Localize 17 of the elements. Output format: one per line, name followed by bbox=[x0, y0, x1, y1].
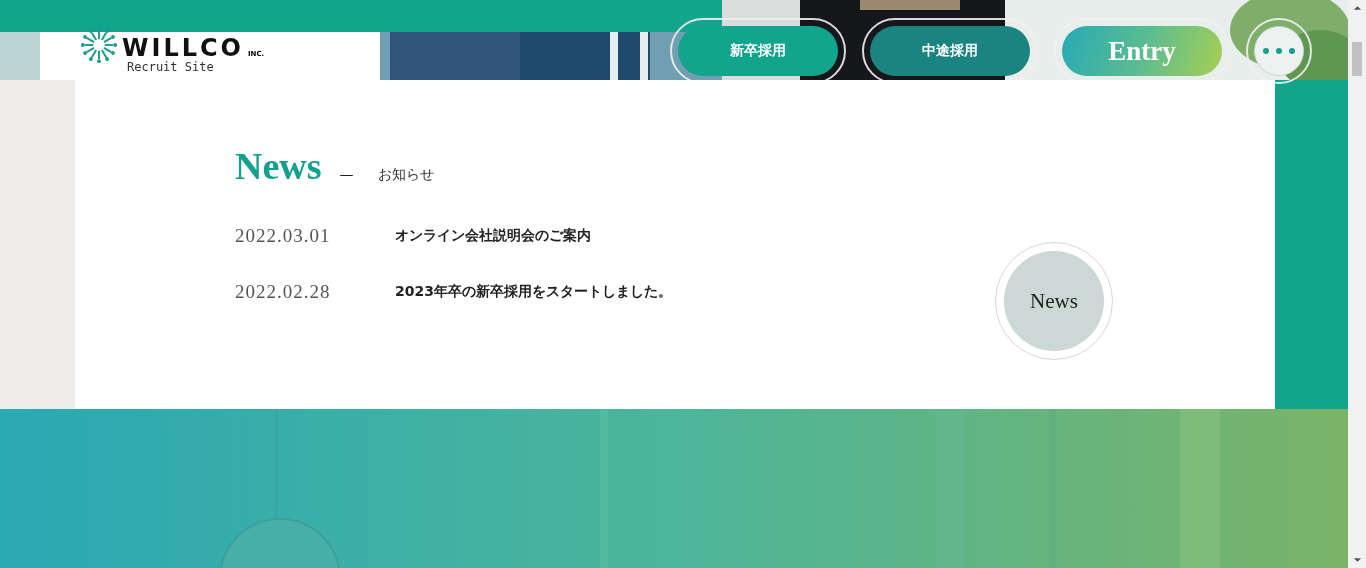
news-date: 2022.02.28 bbox=[235, 281, 332, 303]
news-link[interactable]: オンライン会社説明会のご案内 bbox=[395, 227, 591, 245]
section-title: News bbox=[235, 144, 322, 188]
news-link[interactable]: 2023年卒の新卒採用をスタートしました。 bbox=[395, 283, 672, 301]
logo-subtitle: Recruit Site bbox=[127, 60, 215, 74]
logo-wordmark: WILLCO bbox=[122, 34, 244, 62]
section-subtitle: お知らせ bbox=[377, 166, 434, 184]
scroll-up-icon[interactable] bbox=[1352, 5, 1362, 11]
news-button[interactable]: News bbox=[1004, 251, 1104, 351]
news-date: 2022.03.01 bbox=[235, 225, 332, 247]
scroll-down-icon[interactable] bbox=[1352, 557, 1362, 563]
dash: — bbox=[339, 166, 354, 182]
dots-icon bbox=[1262, 47, 1296, 55]
logo-icon bbox=[80, 26, 118, 64]
scroll-thumb[interactable] bbox=[1352, 42, 1362, 76]
scrollbar[interactable] bbox=[1348, 0, 1366, 568]
nav-button[interactable]: 中途採用 bbox=[870, 26, 1030, 76]
